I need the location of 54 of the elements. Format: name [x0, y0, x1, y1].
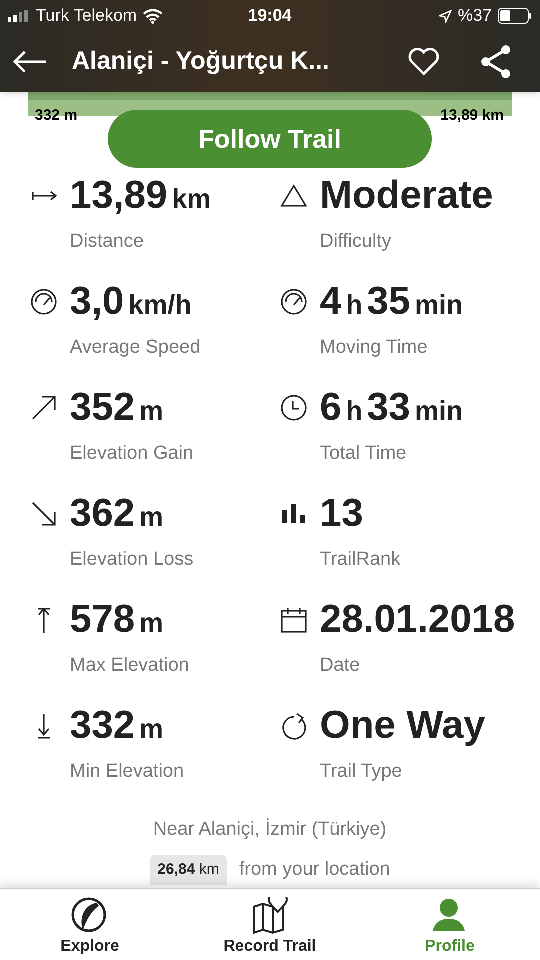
stat-value: One Way — [320, 703, 486, 749]
elevation-end-label: 13,89 km — [440, 106, 504, 126]
carrier-name: Turk Telekom — [36, 5, 138, 28]
stat-value: 4 h 35 min — [320, 279, 463, 325]
down-right-arrow-icon — [30, 500, 58, 528]
circular-arrow-icon — [280, 712, 308, 740]
stat-value: 28.01.2018 — [320, 597, 516, 643]
up-right-arrow-icon — [30, 394, 58, 422]
explore-logo-icon — [71, 897, 109, 935]
stat-label: Elevation Gain — [70, 442, 194, 466]
stat-label: Distance — [70, 230, 145, 254]
back-arrow-icon — [12, 50, 48, 74]
location-text: Near Alaniçi, İzmir (Türkiye) — [153, 818, 387, 842]
stat-value: 578 m — [70, 597, 165, 643]
battery-percent: %37 — [458, 5, 492, 28]
stat-value: 13 — [320, 491, 364, 537]
heart-icon — [408, 48, 440, 76]
stat-label: Elevation Loss — [70, 548, 194, 572]
clock-icon — [280, 394, 308, 422]
tab-item[interactable]: Explore — [0, 889, 180, 960]
stat-value: 362 m — [70, 491, 165, 537]
stat-value: Moderate — [320, 173, 494, 219]
stat-label: Average Speed — [70, 336, 201, 360]
calendar-icon — [280, 606, 308, 634]
signal-icon — [8, 10, 30, 22]
stat-value: 332 m — [70, 703, 165, 749]
wifi-icon — [143, 8, 164, 24]
distance-caption: from your location — [239, 858, 390, 882]
stat-value: 13,89 km — [70, 173, 212, 219]
speedometer-icon — [280, 288, 308, 316]
trail-title: Alaniçi - Yoğurtçu K... — [72, 46, 330, 78]
tab-item[interactable]: Profile — [360, 889, 540, 960]
stat-label: Difficulty — [320, 230, 392, 254]
stat-label: Moving Time — [320, 336, 429, 360]
elevation-start-label: 332 m — [35, 106, 78, 126]
battery-icon — [498, 8, 532, 24]
share-icon — [479, 44, 513, 80]
stat-label: Trail Type — [320, 760, 404, 784]
stat-label: Total Time — [320, 442, 408, 466]
triangle-icon — [280, 182, 308, 210]
follow-trail-button[interactable]: Follow Trail — [108, 110, 432, 168]
stat-label: Max Elevation — [70, 654, 190, 678]
stat-value: 352 m — [70, 385, 165, 431]
stat-label: TrailRank — [320, 548, 401, 572]
clock-time: 19:04 — [247, 5, 293, 28]
stat-value: 3,0 km/h — [70, 279, 193, 325]
stat-value: 6 h 33 min — [320, 385, 463, 431]
location-arrow-icon — [438, 10, 452, 22]
speedometer-icon — [30, 288, 58, 316]
map-pin-icon — [251, 897, 289, 935]
stat-label: Date — [320, 654, 362, 678]
stat-label: Min Elevation — [70, 760, 184, 784]
tab-item[interactable]: Record Trail — [180, 889, 360, 960]
distance-badge: 26,84 km — [150, 854, 228, 885]
